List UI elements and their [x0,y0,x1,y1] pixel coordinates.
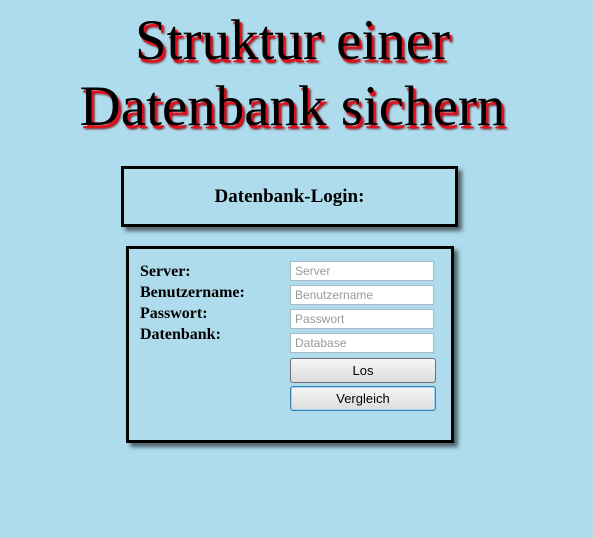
database-input[interactable] [290,333,434,353]
database-label: Datenbank: [140,326,221,343]
username-label: Benutzername: [140,284,245,301]
page-title-line-1: Struktur einer [134,9,450,72]
password-label: Passwort: [140,305,208,322]
server-label: Server: [140,263,191,280]
page: Struktur einer Datenbank sichern Datenba… [0,0,593,538]
username-input[interactable] [290,285,434,305]
server-input[interactable] [290,261,434,281]
page-title-line-2: Datenbank sichern [79,75,506,138]
login-heading-box: Datenbank-Login: [121,166,458,227]
login-form: Server: Benutzername: Passwort: Datenban… [126,246,454,443]
page-title: Struktur einer Datenbank sichern [0,8,585,140]
password-input[interactable] [290,309,434,329]
login-heading: Datenbank-Login: [214,185,365,207]
submit-button[interactable]: Los [290,358,436,383]
form-labels: Server: Benutzername: Passwort: Datenban… [140,261,245,345]
compare-button[interactable]: Vergleich [290,386,436,411]
